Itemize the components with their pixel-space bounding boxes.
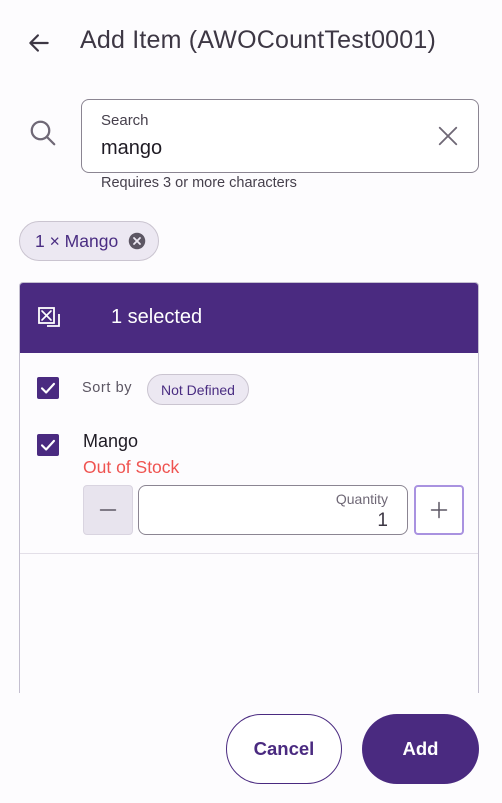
item-stock-status: Out of Stock: [83, 457, 180, 477]
sort-by-label: Sort by: [82, 380, 133, 396]
quantity-field[interactable]: Quantity 1: [138, 485, 408, 535]
search-input[interactable]: [101, 134, 421, 162]
quantity-value[interactable]: 1: [377, 510, 388, 532]
checkmark-icon: [40, 439, 56, 451]
decrease-quantity-button[interactable]: [83, 485, 133, 535]
divider: [20, 553, 478, 554]
search-helper-text: Requires 3 or more characters: [101, 175, 297, 191]
increase-quantity-button[interactable]: [414, 485, 464, 535]
select-all-checkbox[interactable]: [37, 377, 59, 399]
quantity-label: Quantity: [335, 491, 388, 507]
search-label: Search: [101, 112, 149, 129]
checkmark-icon: [40, 382, 56, 394]
search-icon: [30, 120, 56, 146]
chip-label: 1 × Mango: [35, 230, 119, 251]
selected-count: 1 selected: [111, 306, 203, 328]
plus-icon: [430, 501, 448, 519]
back-button[interactable]: [22, 26, 56, 60]
sort-selector-chip[interactable]: Not Defined: [147, 374, 249, 405]
app-header: Add Item (AWOCountTest0001): [0, 0, 502, 84]
selected-item-chip[interactable]: 1 × Mango: [19, 221, 160, 261]
close-icon: [438, 126, 458, 146]
deselect-icon[interactable]: [36, 305, 64, 333]
chip-remove-button[interactable]: [128, 232, 146, 250]
arrow-left-icon: [29, 34, 49, 52]
item-name: Mango: [83, 431, 139, 451]
item-checkbox[interactable]: [37, 434, 59, 456]
action-footer: Cancel Add: [0, 693, 502, 803]
add-button[interactable]: Add: [362, 714, 479, 784]
minus-icon: [99, 509, 117, 511]
cancel-button[interactable]: Cancel: [226, 714, 342, 784]
results-panel: 1 selected Sort by Not Defined Mango Out…: [19, 282, 479, 702]
page-title: Add Item (AWOCountTest0001): [80, 26, 437, 54]
clear-search-button[interactable]: [434, 122, 462, 150]
search-field[interactable]: Search: [81, 99, 479, 173]
cancel-circle-icon: [128, 232, 146, 250]
selection-header: 1 selected: [20, 283, 478, 353]
